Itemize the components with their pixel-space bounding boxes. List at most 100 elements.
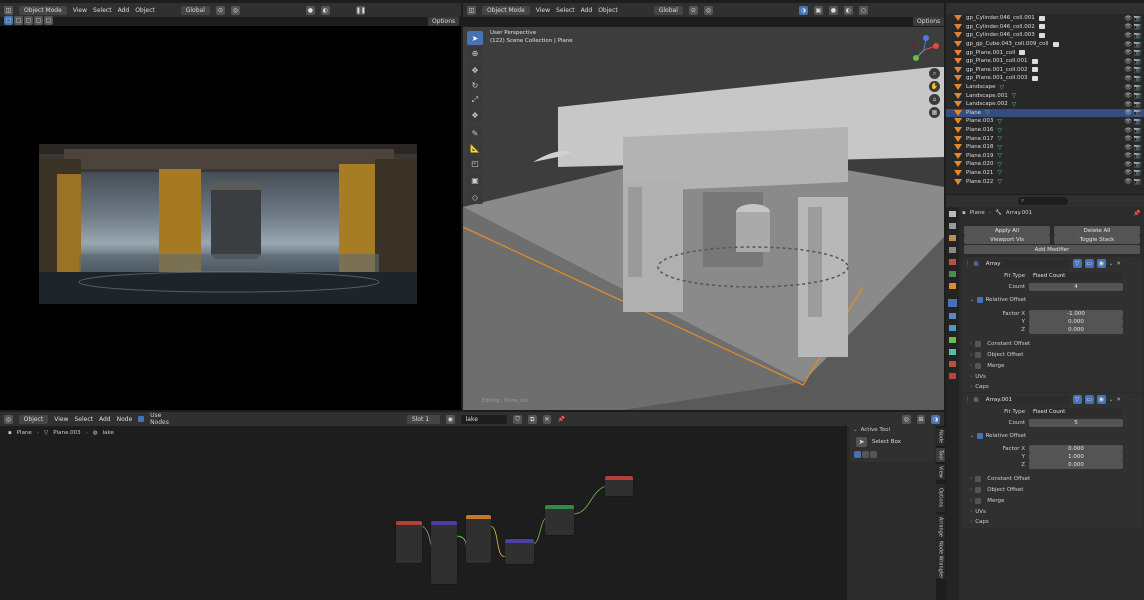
modifier-name-field[interactable]: Array <box>981 259 1070 268</box>
visibility-eye-icon[interactable]: 👁 <box>1124 152 1132 159</box>
visibility-eye-icon[interactable]: 👁 <box>1124 84 1132 91</box>
viewport-toggle-icon[interactable]: ▭ <box>1084 259 1094 268</box>
overlay-toggle-icon[interactable]: ◑ <box>931 414 940 424</box>
menu-add[interactable]: Add <box>99 416 111 423</box>
modifier-array-header[interactable]: ⋮ ▦ Array ▽ ▭ ◉ ⌄ ✕ <box>965 259 1140 268</box>
node-type-dropdown[interactable]: Object <box>18 414 49 424</box>
pin-icon[interactable]: 📌 <box>557 415 566 424</box>
menu-node[interactable]: Node <box>117 416 133 423</box>
outliner-item[interactable]: Plane.017 ▽ 👁 📷 <box>946 134 1144 143</box>
factor-z-field[interactable]: 0.000 <box>1029 461 1123 469</box>
move-tool-icon[interactable]: ✥ <box>467 63 483 77</box>
outliner-item[interactable]: Plane.019 ▽ 👁 📷 <box>946 152 1144 161</box>
viewport-vis-button[interactable]: Viewport Vis <box>964 235 1050 244</box>
object-offset-row[interactable]: › Object Offset <box>970 487 1023 493</box>
add-cube-tool-icon[interactable]: ◰ <box>467 156 483 170</box>
relative-offset-row[interactable]: ⌄ Relative Offset <box>970 297 1026 303</box>
remove-modifier-icon[interactable]: ✕ <box>1116 261 1121 267</box>
shading-material-icon[interactable]: ◐ <box>320 5 330 15</box>
relative-offset-checkbox[interactable] <box>976 433 983 439</box>
outliner-item[interactable]: Plane.016 ▽ 👁 📷 <box>946 126 1144 135</box>
menu-object[interactable]: Object <box>135 7 155 14</box>
visibility-eye-icon[interactable]: 👁 <box>1124 109 1132 116</box>
count-field[interactable]: 5 <box>1029 419 1123 427</box>
fake-user-icon[interactable]: ⛉ <box>513 414 522 424</box>
render-camera-icon[interactable]: 📷 <box>1134 161 1141 168</box>
annotate-tool-icon[interactable]: ✎ <box>467 126 483 140</box>
outliner-item[interactable]: gp_Cylinder.046_coll.003 👁 📷 <box>946 31 1144 40</box>
extra-tool-icon-2[interactable]: ◇ <box>467 190 483 204</box>
merge-row[interactable]: › Merge <box>970 363 1004 369</box>
visibility-eye-icon[interactable]: 👁 <box>1124 118 1132 125</box>
node-mapping[interactable] <box>431 521 457 584</box>
transform-tool-icon[interactable]: ❖ <box>467 108 483 122</box>
cursor-tool-icon[interactable]: ⊕ <box>467 46 483 60</box>
snap-icon[interactable]: ⊙ <box>215 5 225 15</box>
shading-rendered-icon[interactable]: ○ <box>858 5 868 15</box>
editmode-toggle-icon[interactable]: ▽ <box>1072 395 1082 404</box>
menu-select[interactable]: Select <box>93 7 112 14</box>
factor-x-field[interactable]: 0.000 <box>1029 445 1123 453</box>
new-material-icon[interactable]: ⧉ <box>527 414 537 424</box>
fit-type-dropdown[interactable]: Fixed Count <box>1029 272 1123 280</box>
node-image-texture[interactable] <box>466 515 491 563</box>
render-camera-icon[interactable]: 📷 <box>1134 127 1141 134</box>
render-camera-icon[interactable]: 📷 <box>1134 75 1141 82</box>
count-field[interactable]: 4 <box>1029 283 1123 291</box>
menu-select[interactable]: Select <box>556 7 575 14</box>
visibility-eye-icon[interactable]: 👁 <box>1124 144 1132 151</box>
constant-offset-row[interactable]: › Constant Offset <box>970 476 1030 482</box>
select-mode-icons[interactable] <box>854 451 877 458</box>
constant-offset-row[interactable]: › Constant Offset <box>970 341 1030 347</box>
remove-modifier-icon[interactable]: ✕ <box>1116 397 1121 403</box>
outliner-item[interactable]: Plane.021 ▽ 👁 📷 <box>946 169 1144 178</box>
navigation-gizmo[interactable] <box>906 34 942 64</box>
tab-node-wrangler[interactable]: Node Wrangler <box>936 541 945 579</box>
visibility-eye-icon[interactable]: 👁 <box>1124 58 1132 65</box>
material-browse-icon[interactable]: ◉ <box>445 414 455 424</box>
material-name-field[interactable]: lake <box>460 414 508 424</box>
select-tool-icon[interactable]: ➤ <box>467 31 483 45</box>
merge-row[interactable]: › Merge <box>970 498 1004 504</box>
modifier-array-001-header[interactable]: ⋮ ▦ Array.001 ▽ ▭ ◉ ⌄ ✕ <box>965 395 1140 404</box>
caps-row[interactable]: › Caps <box>970 384 989 390</box>
mode-dropdown[interactable]: Object Mode <box>19 5 67 15</box>
select-box-icon[interactable]: ➤ <box>856 437 867 447</box>
editmode-toggle-icon[interactable]: ▽ <box>1072 259 1082 268</box>
render-camera-icon[interactable]: 📷 <box>1134 84 1141 91</box>
node-principled-bsdf[interactable] <box>545 505 574 535</box>
outliner-item[interactable]: gp_Plane.001_coll.002 👁 📷 <box>946 66 1144 75</box>
fit-type-dropdown[interactable]: Fixed Count <box>1029 408 1123 416</box>
render-camera-icon[interactable]: 📷 <box>1134 152 1141 159</box>
snap-icon[interactable]: ⊞ <box>916 414 926 424</box>
render-camera-icon[interactable]: 📷 <box>1134 32 1141 39</box>
left-options[interactable]: Options <box>428 17 460 26</box>
factor-x-field[interactable]: -1.000 <box>1029 310 1123 318</box>
relative-offset-checkbox[interactable] <box>976 297 983 303</box>
outliner-item[interactable]: gp_Plane.001_coll.003 👁 📷 <box>946 74 1144 83</box>
menu-add[interactable]: Add <box>581 7 593 14</box>
render-camera-icon[interactable]: 📷 <box>1134 144 1141 151</box>
outliner-item[interactable]: gp_Cylinder.046_coll.002 👁 📷 <box>946 23 1144 32</box>
editor-type-icon[interactable]: ◫ <box>4 5 13 15</box>
visibility-eye-icon[interactable]: 👁 <box>1124 32 1132 39</box>
tab-node[interactable]: Node <box>936 428 945 446</box>
menu-view[interactable]: View <box>73 7 87 14</box>
use-nodes-checkbox[interactable] <box>138 416 145 422</box>
node-color-ramp[interactable] <box>505 539 534 564</box>
proportional-icon[interactable]: ◎ <box>230 5 240 15</box>
pin-icon[interactable]: 📌 <box>1133 210 1140 217</box>
proportional-icon[interactable]: ◎ <box>703 5 713 15</box>
rotate-tool-icon[interactable]: ↻ <box>467 78 483 92</box>
shading-solid-icon[interactable]: ● <box>828 5 838 15</box>
visibility-eye-icon[interactable]: 👁 <box>1124 161 1132 168</box>
visibility-eye-icon[interactable]: 👁 <box>1124 169 1132 176</box>
xray-icon[interactable]: ▣ <box>813 5 823 15</box>
outliner-item[interactable]: Landscape.001 ▽ 👁 📷 <box>946 91 1144 100</box>
editor-type-icon[interactable]: ◫ <box>467 5 476 15</box>
render-camera-icon[interactable]: 📷 <box>1134 135 1141 142</box>
visibility-eye-icon[interactable]: 👁 <box>1124 23 1132 30</box>
shading-material-icon[interactable]: ◐ <box>843 5 853 15</box>
node-material-output[interactable] <box>605 476 633 496</box>
snap-icon[interactable]: ⊙ <box>688 5 698 15</box>
